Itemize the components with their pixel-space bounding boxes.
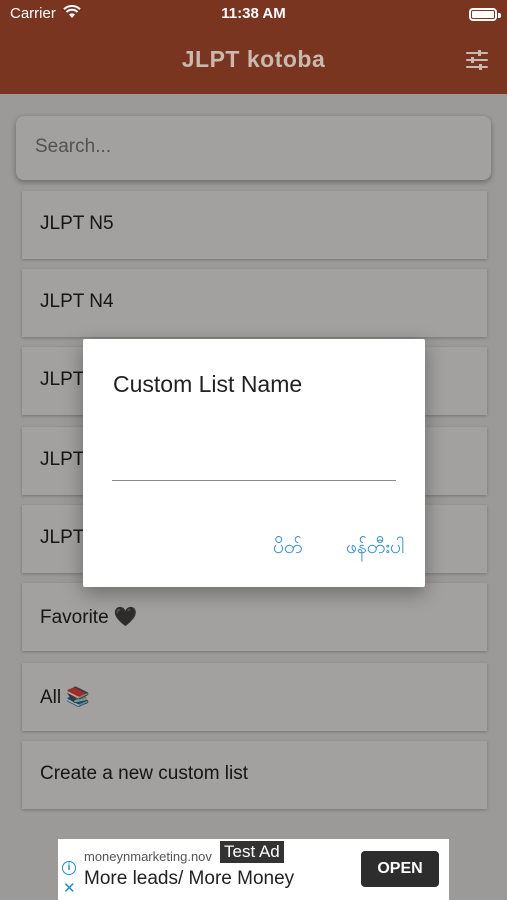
custom-list-name-input[interactable] <box>112 439 396 481</box>
create-button[interactable]: ဖန်တီးပါ <box>346 535 404 563</box>
filter-settings-icon[interactable] <box>465 48 489 72</box>
ad-banner[interactable]: i ✕ moneynmarketing.nov Test Ad More lea… <box>58 839 449 900</box>
test-ad-badge: Test Ad <box>220 841 284 863</box>
ad-headline: More leads/ More Money <box>84 868 295 889</box>
ad-info-icon[interactable]: i <box>62 861 76 875</box>
ad-domain: moneynmarketing.nov <box>84 849 212 864</box>
ad-open-button[interactable]: OPEN <box>361 851 439 887</box>
page-title: JLPT kotoba <box>181 46 326 72</box>
app-bar: JLPT kotoba <box>0 28 507 94</box>
battery-icon <box>469 8 497 21</box>
status-bar: Carrier 11:38 AM <box>0 0 507 28</box>
ad-close-icon[interactable]: ✕ <box>63 879 76 897</box>
custom-list-dialog: Custom List Name ပိတ် ဖန်တီးပါ <box>83 339 425 587</box>
status-time: 11:38 AM <box>221 5 286 22</box>
cancel-button[interactable]: ပိတ် <box>273 535 302 563</box>
dialog-title: Custom List Name <box>113 371 303 397</box>
battery-tip <box>498 13 501 18</box>
